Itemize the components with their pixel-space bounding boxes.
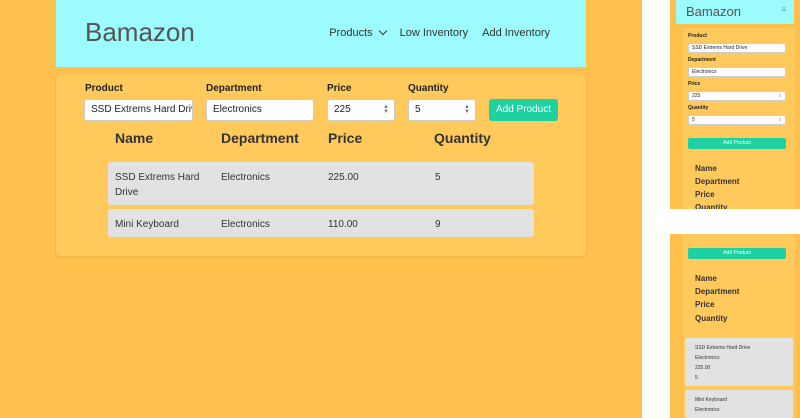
products-panel: Product Department Price Quantity SSD Ex… bbox=[56, 74, 586, 256]
quantity-value: 5 bbox=[415, 104, 421, 115]
mobile-department-label: Department bbox=[688, 57, 716, 63]
quantity-stepper[interactable]: 5 ▲ ▼ bbox=[408, 99, 476, 121]
list-item[interactable]: SSD Extrems Hard Drive Electronics 225.0… bbox=[685, 338, 793, 386]
mobile-product-label: Product bbox=[688, 33, 707, 39]
table-row[interactable]: Mini Keyboard Electronics 110.00 9 bbox=[108, 209, 534, 237]
mobile-cell-department: Electronics bbox=[695, 355, 720, 361]
cell-price: 110.00 bbox=[328, 219, 358, 230]
table-header-quantity: Quantity bbox=[434, 130, 491, 146]
mobile-brand-logo[interactable]: Bamazon bbox=[686, 4, 741, 19]
department-input[interactable]: Electronics bbox=[206, 99, 314, 121]
nav-products-dropdown[interactable]: Products bbox=[329, 26, 387, 39]
mobile-view-bottom: Add Product Name Department Price Quanti… bbox=[670, 234, 800, 418]
mobile-header-quantity: Quantity bbox=[695, 203, 728, 209]
cell-quantity: 9 bbox=[435, 219, 441, 230]
nav-links: Products Low Inventory Add Inventory bbox=[329, 26, 550, 39]
table-row[interactable]: SSD Extrems Hard Drive Electronics 225.0… bbox=[108, 162, 534, 205]
navbar: Bamazon Products Low Inventory Add Inven… bbox=[56, 0, 586, 67]
quantity-label: Quantity bbox=[408, 83, 449, 94]
department-label: Department bbox=[206, 83, 262, 94]
hamburger-menu-icon[interactable]: ≡ bbox=[781, 5, 786, 14]
table-header-department: Department bbox=[221, 130, 299, 146]
mobile-view-top: Bamazon ≡ Product SSD Extrems Hard Drive… bbox=[670, 0, 800, 209]
mobile-header-department: Department bbox=[695, 177, 740, 186]
mobile-quantity-stepper[interactable]: 5 ⇕ bbox=[688, 115, 786, 125]
mobile-cell-department: Electronics bbox=[695, 407, 720, 413]
price-value: 225 bbox=[334, 104, 351, 115]
product-input[interactable]: SSD Extrems Hard Drive bbox=[84, 99, 193, 121]
mobile-cell-quantity: 5 bbox=[695, 375, 698, 381]
mobile-cell-name: Mini Keyboard bbox=[695, 397, 727, 403]
brand-logo[interactable]: Bamazon bbox=[85, 17, 195, 48]
cell-name: SSD Extrems Hard Drive bbox=[115, 172, 200, 198]
mobile-header-name: Name bbox=[695, 274, 717, 283]
mobile-list-panel: Add Product Name Department Price Quanti… bbox=[683, 234, 795, 418]
mobile-price-value: 225 bbox=[692, 93, 701, 99]
stepper-arrows-icon[interactable]: ▲ ▼ bbox=[464, 104, 470, 115]
nav-products-label: Products bbox=[329, 27, 373, 39]
mobile-add-product-button[interactable]: Add Product bbox=[688, 138, 786, 149]
product-label: Product bbox=[85, 83, 123, 94]
stepper-arrows-icon[interactable]: ⇕ bbox=[779, 116, 782, 124]
mobile-header-price: Price bbox=[695, 300, 715, 309]
table-header-name: Name bbox=[115, 130, 154, 146]
nav-low-inventory[interactable]: Low Inventory bbox=[400, 27, 468, 39]
table-header-price: Price bbox=[328, 130, 363, 146]
mobile-product-input[interactable]: SSD Extrems Hard Drive bbox=[688, 43, 786, 53]
price-label: Price bbox=[327, 83, 352, 94]
stepper-arrows-icon[interactable]: ⇕ bbox=[779, 92, 782, 100]
cell-price: 225.00 bbox=[328, 172, 359, 183]
mobile-header-quantity: Quantity bbox=[695, 314, 728, 323]
mobile-department-input[interactable]: Electronics bbox=[688, 67, 786, 77]
cell-quantity: 5 bbox=[435, 172, 441, 183]
mobile-price-label: Price bbox=[688, 81, 701, 87]
cell-name: Mini Keyboard bbox=[115, 219, 179, 230]
mobile-form-panel: Product SSD Extrems Hard Drive Departmen… bbox=[683, 28, 795, 209]
mobile-header-name: Name bbox=[695, 164, 717, 173]
price-stepper[interactable]: 225 ▲ ▼ bbox=[327, 99, 395, 121]
mobile-header-price: Price bbox=[695, 190, 715, 199]
mobile-header-department: Department bbox=[695, 287, 740, 296]
list-item[interactable]: Mini Keyboard Electronics bbox=[685, 390, 793, 418]
chevron-down-icon bbox=[378, 26, 387, 36]
mobile-price-stepper[interactable]: 225 ⇕ bbox=[688, 91, 786, 101]
cell-department: Electronics bbox=[221, 219, 270, 230]
desktop-view: Bamazon Products Low Inventory Add Inven… bbox=[0, 0, 642, 418]
mobile-navbar: Bamazon ≡ bbox=[676, 0, 794, 24]
stepper-arrows-icon[interactable]: ▲ ▼ bbox=[383, 104, 389, 115]
mobile-cell-price: 225.00 bbox=[695, 365, 711, 371]
nav-add-inventory[interactable]: Add Inventory bbox=[482, 27, 550, 39]
mobile-cell-name: SSD Extrems Hard Drive bbox=[695, 345, 751, 351]
mobile-quantity-label: Quantity bbox=[688, 105, 709, 111]
cell-department: Electronics bbox=[221, 172, 270, 183]
add-product-button[interactable]: Add Product bbox=[489, 99, 558, 121]
mobile-quantity-value: 5 bbox=[692, 117, 695, 123]
mobile-add-product-button[interactable]: Add Product bbox=[688, 248, 786, 259]
